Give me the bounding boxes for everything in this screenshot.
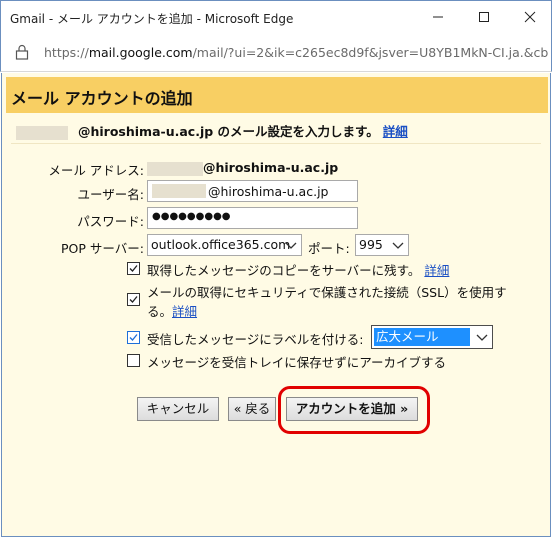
url-path: /mail/?ui=2&ik=c265ec8d9f&jsver=U8YB1MkN… bbox=[192, 45, 549, 60]
highlight-annotation bbox=[278, 386, 430, 434]
redacted-email-user bbox=[147, 161, 203, 176]
email-value-wrap: @hiroshima-u.ac.jp bbox=[147, 160, 338, 176]
checkmark-icon bbox=[129, 265, 138, 272]
pop-server-value: outlook.office365.com bbox=[151, 237, 291, 252]
archive-checkbox[interactable] bbox=[127, 354, 140, 367]
email-row: メール アドレス: @hiroshima-u.ac.jp bbox=[14, 160, 534, 178]
ssl-option-line2: る。詳細 bbox=[147, 301, 197, 320]
ssl-checkbox[interactable] bbox=[127, 293, 140, 306]
checkmark-icon bbox=[129, 296, 138, 303]
url-text[interactable]: https://mail.google.com/mail/?ui=2&ik=c2… bbox=[44, 45, 549, 60]
maximize-button[interactable] bbox=[461, 1, 507, 33]
url-host: mail.google.com bbox=[88, 45, 193, 60]
window-titlebar: Gmail - メール アカウントを追加 - Microsoft Edge bbox=[0, 0, 552, 34]
keep-copy-option: 取得したメッセージのコピーをサーバーに残す。 詳細 bbox=[147, 260, 449, 279]
chevron-down-icon bbox=[476, 334, 488, 341]
password-row: パスワード: ●●●●●●●●● bbox=[14, 207, 534, 231]
password-field[interactable]: ●●●●●●●●● bbox=[147, 207, 358, 229]
username-row: ユーザー名: @hiroshima-u.ac.jp bbox=[14, 180, 534, 204]
label-select[interactable]: 広大メール bbox=[371, 325, 493, 349]
address-bar[interactable]: https://mail.google.com/mail/?ui=2&ik=c2… bbox=[0, 34, 552, 72]
intro-line: @hiroshima-u.ac.jp のメール設定を入力します。 詳細 bbox=[16, 121, 536, 141]
back-button[interactable]: « 戻る bbox=[228, 397, 276, 421]
keep-copy-text: 取得したメッセージのコピーをサーバーに残す。 bbox=[147, 263, 421, 278]
chevron-down-icon bbox=[392, 242, 404, 249]
ssl-text-line2: る。 bbox=[147, 304, 173, 319]
keep-copy-details-link[interactable]: 詳細 bbox=[424, 263, 449, 278]
password-value: ●●●●●●●●● bbox=[152, 211, 231, 222]
label-checkbox[interactable] bbox=[127, 331, 140, 344]
redacted-username bbox=[16, 125, 68, 140]
port-label: ポート: bbox=[308, 241, 350, 256]
checkmark-icon bbox=[129, 334, 138, 341]
cancel-button[interactable]: キャンセル bbox=[137, 397, 219, 421]
close-icon bbox=[524, 11, 536, 23]
port-value: 995 bbox=[359, 237, 383, 252]
username-value: @hiroshima-u.ac.jp bbox=[208, 184, 329, 199]
close-button[interactable] bbox=[507, 1, 552, 33]
pop-label: POP サーバー: bbox=[61, 241, 144, 256]
chevron-down-icon bbox=[285, 242, 297, 249]
email-label: メール アドレス: bbox=[48, 163, 144, 178]
keep-copy-checkbox[interactable] bbox=[127, 262, 140, 275]
window-title: Gmail - メール アカウントを追加 - Microsoft Edge bbox=[10, 12, 294, 26]
minimize-icon bbox=[433, 16, 443, 18]
ssl-details-link[interactable]: 詳細 bbox=[172, 304, 197, 319]
intro-details-link[interactable]: 詳細 bbox=[383, 124, 408, 139]
pop-row: POP サーバー: outlook.office365.com ポート: 995 bbox=[14, 234, 534, 258]
label-select-value: 広大メール bbox=[374, 328, 470, 346]
archive-option-text: メッセージを受信トレイに保存せずにアーカイブする bbox=[147, 355, 447, 370]
username-field[interactable]: @hiroshima-u.ac.jp bbox=[147, 180, 358, 202]
email-value: @hiroshima-u.ac.jp bbox=[203, 160, 339, 175]
username-label: ユーザー名: bbox=[77, 187, 144, 202]
dialog-title: メール アカウントの追加 bbox=[11, 89, 193, 108]
password-label: パスワード: bbox=[77, 214, 144, 229]
pop-server-select[interactable]: outlook.office365.com bbox=[147, 234, 302, 256]
url-scheme: https:// bbox=[44, 45, 89, 60]
intro-text: @hiroshima-u.ac.jp のメール設定を入力します。 bbox=[78, 124, 379, 139]
lock-icon bbox=[15, 44, 29, 60]
dialog-header: メール アカウントの追加 bbox=[6, 77, 548, 113]
minimize-button[interactable] bbox=[415, 1, 461, 33]
maximize-icon bbox=[479, 12, 489, 22]
ssl-option-line1: メールの取得にセキュリティで保護された接続（SSL）を使用す bbox=[147, 285, 507, 300]
divider bbox=[11, 143, 541, 144]
redacted-username-field bbox=[152, 184, 206, 198]
label-option-text: 受信したメッセージにラベルを付ける: bbox=[147, 332, 364, 347]
dialog-page: メール アカウントの追加 @hiroshima-u.ac.jp のメール設定を入… bbox=[1, 73, 551, 537]
port-select[interactable]: 995 bbox=[355, 234, 409, 256]
